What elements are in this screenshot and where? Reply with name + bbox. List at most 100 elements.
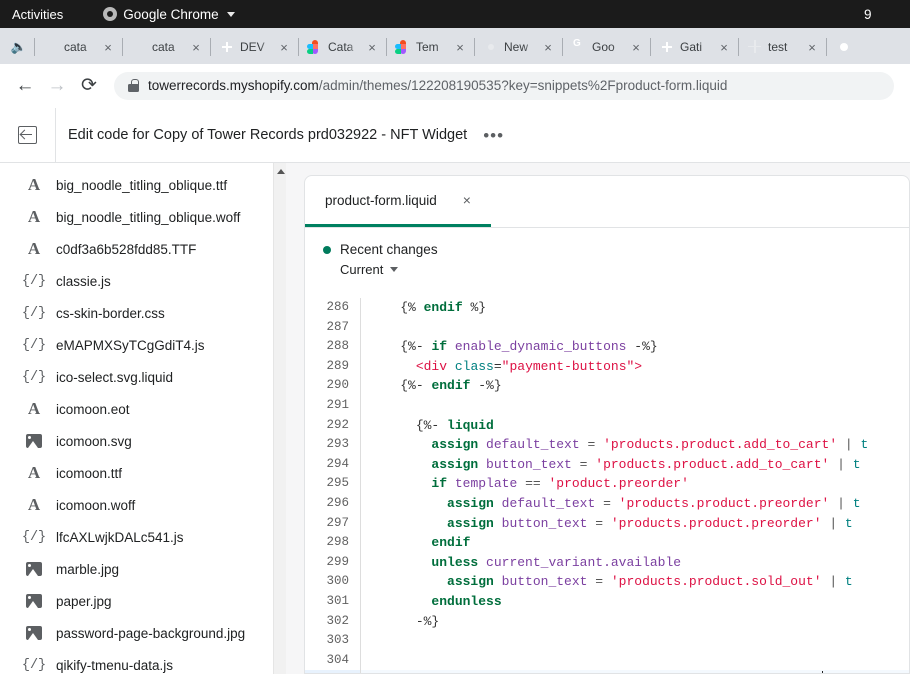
image-file-icon [24,562,44,576]
gnome-top-bar: Activities Google Chrome 9 [0,0,910,28]
browser-tab[interactable]: cata × [122,30,210,64]
scroll-up-arrow-icon[interactable] [277,169,285,174]
code-file-icon: {/} [24,338,44,353]
chrome-icon [103,7,117,21]
line-source: assign default_text = 'products.product.… [361,494,909,514]
tab-product-form-liquid[interactable]: product-form.liquid × [305,176,491,227]
browser-tab[interactable]: Tem × [386,30,474,64]
file-list-item[interactable]: {/}qikify-tmenu-data.js [0,649,286,674]
back-icon[interactable]: ← [10,71,40,101]
google-icon [836,39,852,55]
code-lines: 286 {% endif %}287288 {%- if enable_dyna… [305,298,909,673]
line-source: {%- if enable_dynamic_buttons -%} [361,337,909,357]
code-line[interactable]: 287 [305,318,909,338]
font-file-icon: A [24,495,44,515]
editor-card: product-form.liquid × Recent changes Cur… [304,175,910,674]
browser-tab[interactable]: DEV × [210,30,298,64]
forward-icon[interactable]: → [42,71,72,101]
close-icon[interactable]: × [716,39,732,55]
code-line[interactable]: 304 [305,651,909,671]
close-icon[interactable]: × [100,39,116,55]
code-line[interactable]: 297 assign button_text = 'products.produ… [305,514,909,534]
file-list-item[interactable]: {/}classie.js [0,265,286,297]
version-select[interactable]: Current [340,262,909,277]
code-line[interactable]: 292 {%- liquid [305,416,909,436]
more-actions-button[interactable]: ••• [483,127,504,144]
tab-title: DEV [240,40,271,54]
file-list-item[interactable]: marble.jpg [0,553,286,585]
url-domain: towerrecords.myshopify.com [148,78,319,93]
code-area[interactable]: 286 {% endif %}287288 {%- if enable_dyna… [305,298,909,673]
exit-editor-button[interactable] [0,108,56,163]
audio-indicator-icon[interactable]: 🔈 [4,30,34,64]
code-line[interactable]: 300 assign button_text = 'products.produ… [305,572,909,592]
activities-button[interactable]: Activities [12,7,63,22]
address-bar[interactable]: towerrecords.myshopify.com/admin/themes/… [114,72,894,100]
code-line[interactable]: 305<div id="nft-widget-buttons-wrapper" … [305,670,909,673]
file-list-item[interactable]: {/}eMAPMXSyTCgGdiT4.js [0,329,286,361]
file-list-item[interactable]: paper.jpg [0,585,286,617]
green-plus-icon [659,39,675,55]
globe-icon [747,39,763,55]
code-line[interactable]: 293 assign default_text = 'products.prod… [305,435,909,455]
close-icon[interactable]: × [364,39,380,55]
file-list-item[interactable]: Aicomoon.eot [0,393,286,425]
line-source: assign button_text = 'products.product.s… [361,572,909,592]
code-line[interactable]: 291 [305,396,909,416]
code-line[interactable]: 295 if template == 'product.preorder' [305,474,909,494]
figma-icon [307,39,323,55]
code-line[interactable]: 303 [305,631,909,651]
file-list-item[interactable]: {/}lfcAXLwjkDALc541.js [0,521,286,553]
file-list-item[interactable]: {/}ico-select.svg.liquid [0,361,286,393]
browser-tab[interactable]: New × [474,30,562,64]
code-line[interactable]: 286 {% endif %} [305,298,909,318]
font-file-icon: A [24,463,44,483]
code-line[interactable]: 288 {%- if enable_dynamic_buttons -%} [305,337,909,357]
chevron-down-icon [390,267,398,272]
editor-file-tabs: product-form.liquid × [305,176,909,228]
workspace: Abig_noodle_titling_oblique.ttfAbig_nood… [0,163,910,674]
file-list-item[interactable]: Aicomoon.ttf [0,457,286,489]
close-icon[interactable]: × [628,39,644,55]
close-icon[interactable]: × [804,39,820,55]
code-line[interactable]: 290 {%- endif -%} [305,376,909,396]
code-line[interactable]: 294 assign button_text = 'products.produ… [305,455,909,475]
file-name: icomoon.ttf [56,466,122,481]
reload-icon[interactable]: ⟳ [74,71,104,101]
close-icon[interactable]: × [463,193,471,207]
line-number: 304 [305,651,361,671]
image-file-icon [24,434,44,448]
tab-title: cata [64,40,95,54]
file-list-item[interactable]: password-page-background.jpg [0,617,286,649]
code-line[interactable]: 296 assign default_text = 'products.prod… [305,494,909,514]
code-line[interactable]: 299 unless current_variant.available [305,553,909,573]
file-list-item[interactable]: Ac0df3a6b528fdd85.TTF [0,233,286,265]
close-icon[interactable]: × [276,39,292,55]
file-name: big_noodle_titling_oblique.woff [56,210,240,225]
file-list-item[interactable]: {/}cs-skin-border.css [0,297,286,329]
browser-tab[interactable]: cata × [34,30,122,64]
browser-tab[interactable]: Cata × [298,30,386,64]
browser-tab[interactable]: test × [738,30,826,64]
code-file-icon: {/} [24,658,44,673]
line-source: <div id="nft-widget-buttons-wrapper" sty… [361,670,909,673]
code-line[interactable]: 298 endif [305,533,909,553]
sidebar-scrollbar[interactable] [273,163,286,674]
file-list-item[interactable]: Aicomoon.woff [0,489,286,521]
system-clock[interactable]: 9 [864,0,904,28]
close-icon[interactable]: × [452,39,468,55]
file-list-item[interactable]: icomoon.svg [0,425,286,457]
file-list-item[interactable]: Abig_noodle_titling_oblique.ttf [0,169,286,201]
code-line[interactable]: 302 -%} [305,612,909,632]
file-list-item[interactable]: Abig_noodle_titling_oblique.woff [0,201,286,233]
browser-tab[interactable]: Gati × [650,30,738,64]
line-source: -%} [361,612,909,632]
code-line[interactable]: 289 <div class="payment-buttons"> [305,357,909,377]
close-icon[interactable]: × [188,39,204,55]
line-source [361,631,909,651]
close-icon[interactable]: × [540,39,556,55]
browser-tab[interactable]: Goo × [562,30,650,64]
browser-tab-partial[interactable] [826,30,860,64]
app-menu-google-chrome[interactable]: Google Chrome [103,7,234,22]
code-line[interactable]: 301 endunless [305,592,909,612]
